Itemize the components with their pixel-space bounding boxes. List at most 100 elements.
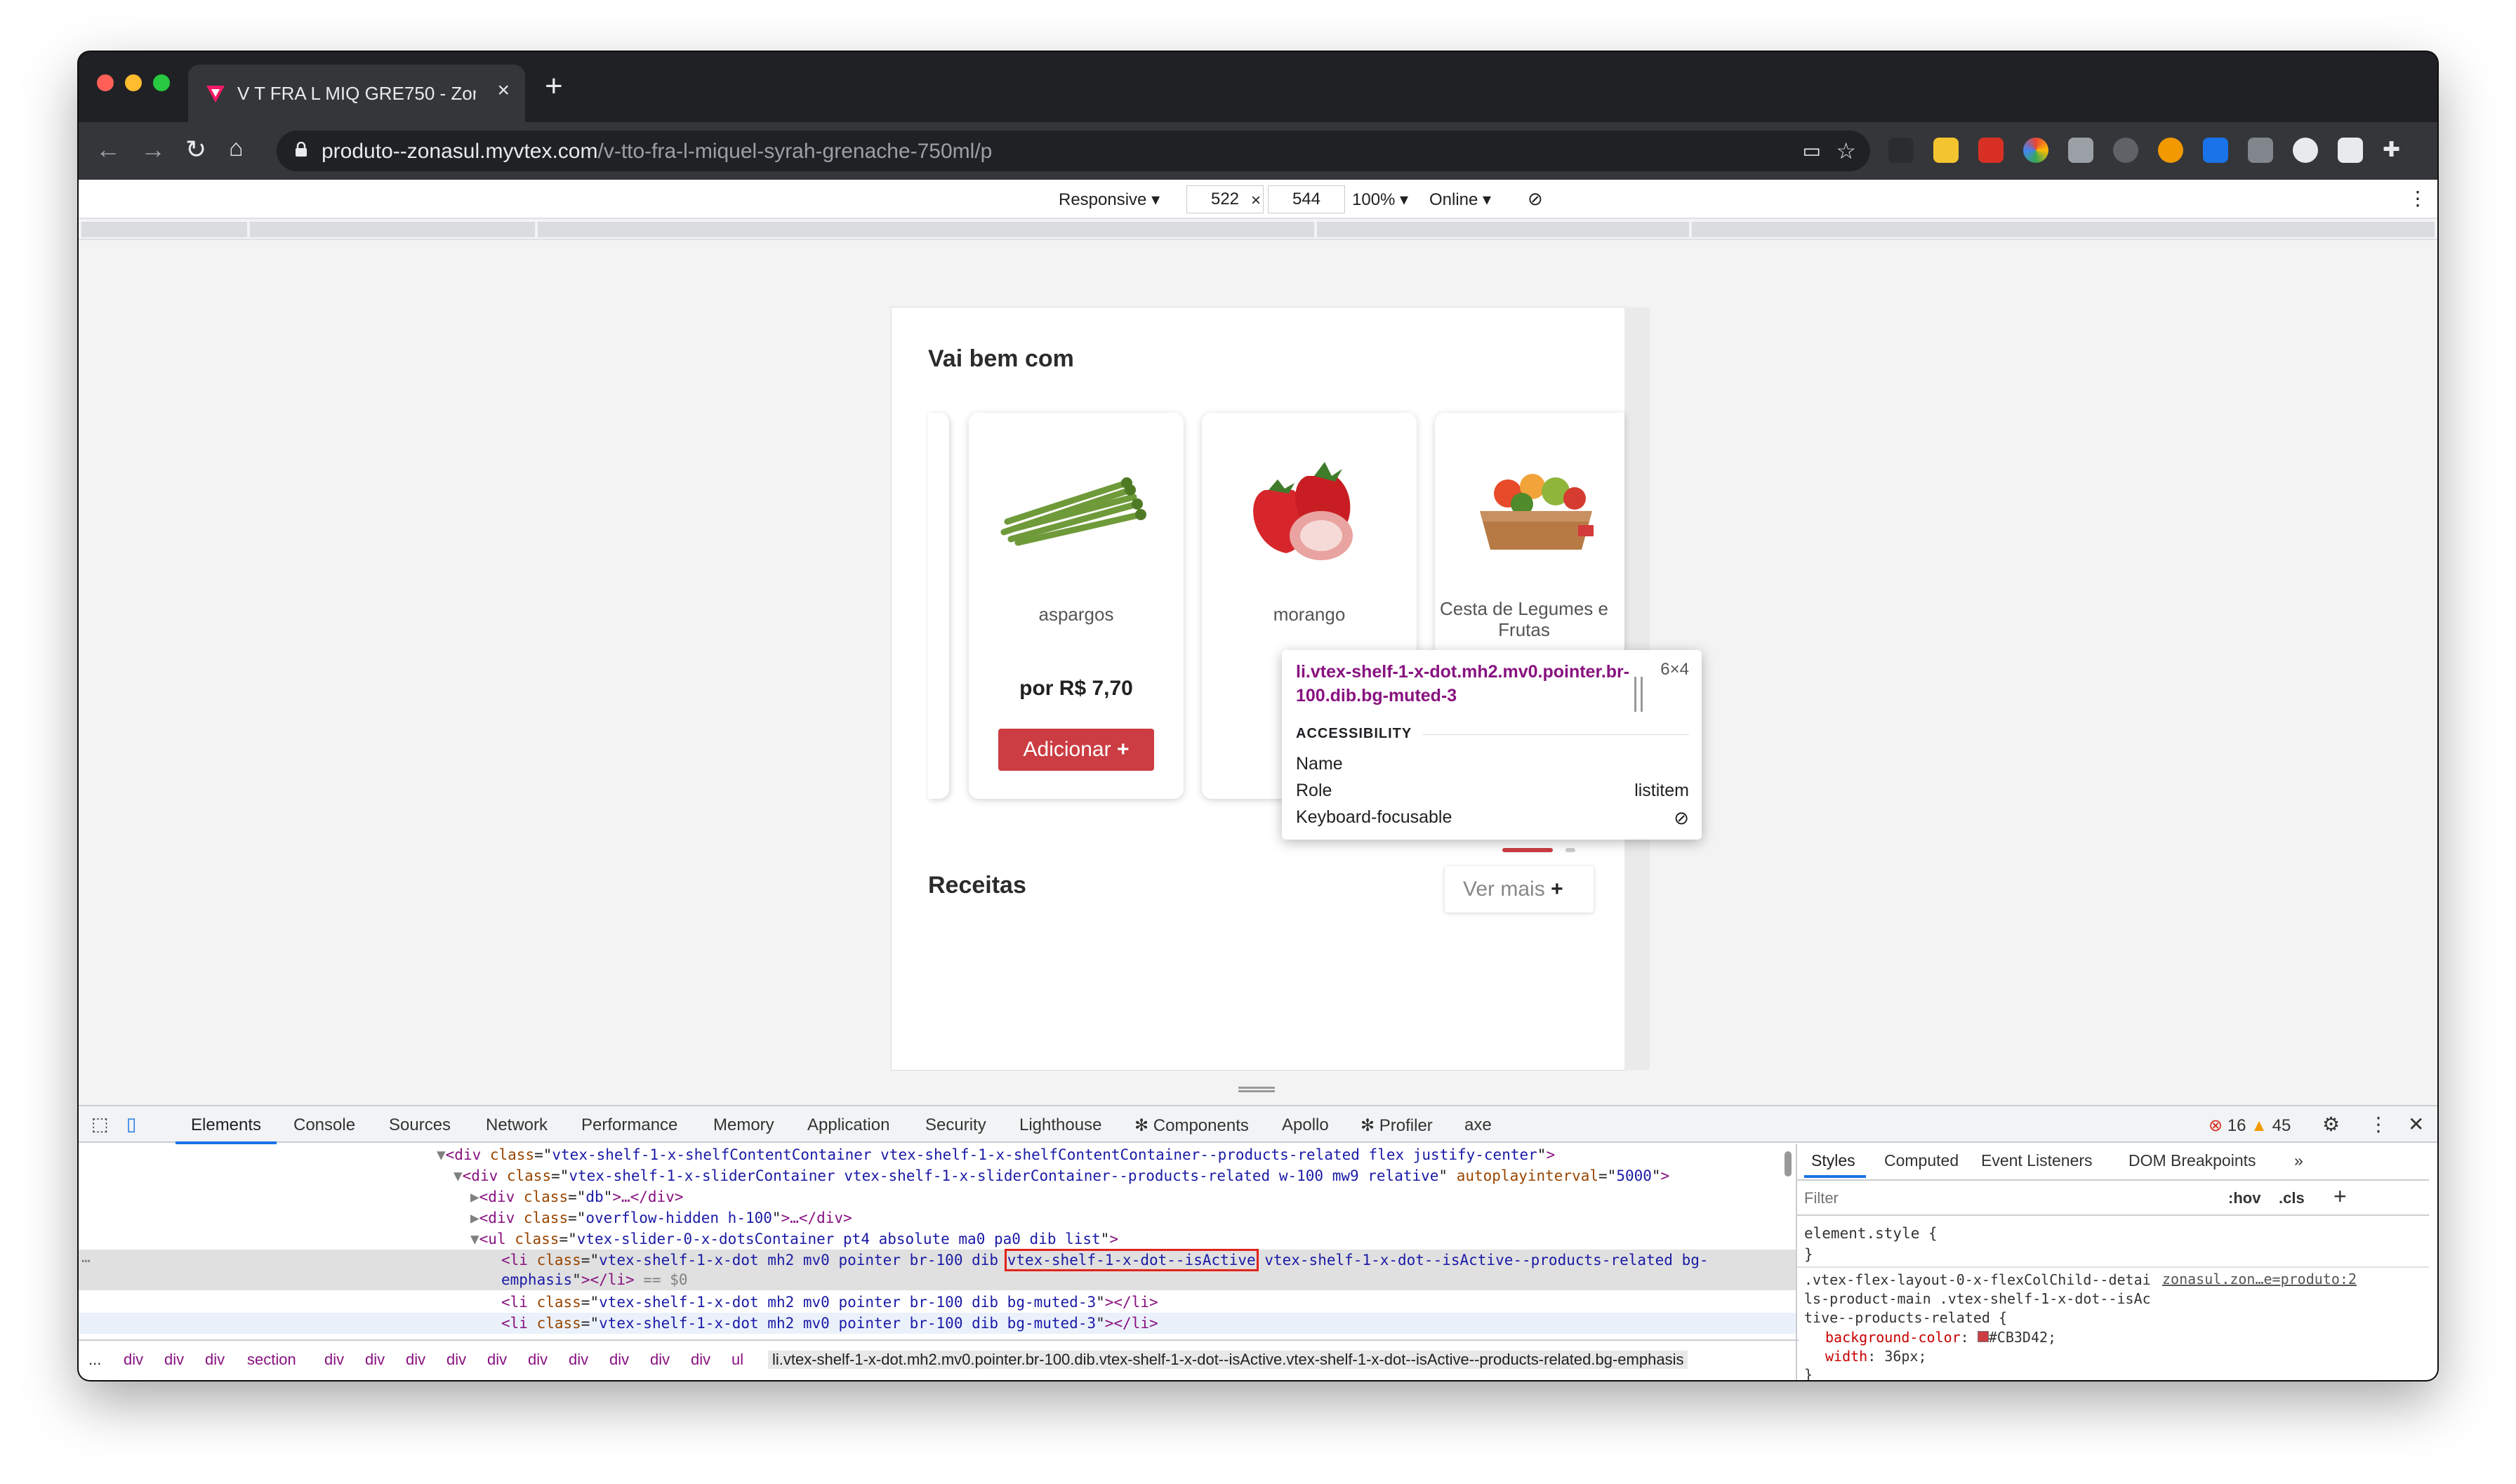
node-menu-icon[interactable]: … [81, 1247, 91, 1268]
tab-network[interactable]: Network [486, 1115, 548, 1135]
tab-apollo[interactable]: Apollo [1282, 1115, 1329, 1135]
styles-tab[interactable]: Styles [1811, 1151, 1855, 1170]
tab-performance[interactable]: Performance [581, 1115, 677, 1135]
dom-node[interactable]: ▶<div class="overflow-hidden h-100">…</d… [470, 1207, 852, 1228]
add-to-cart-button[interactable]: Adicionar + [998, 729, 1154, 771]
dom-node[interactable]: ▼<div class="vtex-shelf-1-x-shelfContent… [437, 1144, 1555, 1165]
viewport-height-input[interactable] [1268, 185, 1345, 213]
maximize-window-button[interactable] [153, 74, 170, 91]
color-swatch[interactable] [1977, 1331, 1989, 1342]
devtools-more-icon[interactable]: ⋮ [2369, 1113, 2388, 1136]
tab-sources[interactable]: Sources [389, 1115, 451, 1135]
extension-2-icon[interactable] [1933, 138, 1959, 163]
device-toggle-icon[interactable]: ▯ [126, 1113, 136, 1135]
styles-filter-input[interactable] [1804, 1188, 2225, 1209]
tab-console[interactable]: Console [293, 1115, 355, 1135]
tab-security[interactable]: Security [925, 1115, 986, 1135]
tab-memory[interactable]: Memory [713, 1115, 774, 1135]
tab-profiler[interactable]: ✻ Profiler [1360, 1115, 1433, 1136]
dom-breakpoints-tab[interactable]: DOM Breakpoints [2128, 1151, 2256, 1170]
network-throttle-select[interactable]: Online ▾ [1429, 190, 1491, 210]
add-rule-icon[interactable]: + [2333, 1184, 2347, 1210]
tab-axe[interactable]: axe [1464, 1115, 1492, 1135]
dom-node[interactable]: ▼<ul class="vtex-slider-0-x-dotsContaine… [470, 1228, 1118, 1250]
resize-handle[interactable] [1634, 677, 1643, 712]
reload-icon[interactable]: ↻ [185, 135, 206, 164]
tab-components[interactable]: ✻ Components [1134, 1115, 1249, 1136]
elements-scrollbar[interactable] [1785, 1151, 1792, 1177]
extension-7-icon[interactable] [2158, 138, 2183, 163]
bookmark-star-icon[interactable]: ☆ [1836, 138, 1856, 164]
expand-arrow[interactable]: ▶ [470, 1188, 479, 1205]
inspect-element-icon[interactable]: ⬚ [91, 1113, 109, 1135]
close-devtools-icon[interactable]: ✕ [2408, 1113, 2424, 1136]
settings-gear-icon[interactable]: ⚙ [2322, 1113, 2340, 1136]
extension-8-icon[interactable] [2203, 138, 2228, 163]
breadcrumb-item[interactable]: div [528, 1351, 548, 1369]
css-declaration[interactable]: background-color: #CB3D42; [1825, 1328, 2056, 1347]
breadcrumb-item[interactable]: div [691, 1351, 710, 1369]
error-count[interactable]: ⊗ 16 ▲ 45 [2209, 1115, 2291, 1136]
breadcrumb-item[interactable]: div [609, 1351, 629, 1369]
computed-tab[interactable]: Computed [1884, 1151, 1959, 1170]
extension-9-icon[interactable] [2248, 138, 2273, 163]
zoom-select[interactable]: 100% ▾ [1352, 190, 1408, 210]
product-name[interactable]: aspargos [969, 604, 1184, 625]
breadcrumb-active[interactable]: li.vtex-shelf-1-x-dot.mh2.mv0.pointer.br… [768, 1351, 1688, 1369]
new-tab-button[interactable]: + [545, 69, 563, 104]
browser-tab[interactable]: V T FRA L MIQ GRE750 - Zona × [188, 65, 525, 122]
breadcrumb-item[interactable]: div [569, 1351, 588, 1369]
rule-source-link[interactable]: zonasul.zon…e=produto:2 [2162, 1271, 2357, 1287]
breadcrumb-item[interactable]: div [205, 1351, 225, 1369]
breadcrumb-item[interactable]: div [164, 1351, 184, 1369]
extension-3-icon[interactable] [1978, 138, 2004, 163]
tab-application[interactable]: Application [807, 1115, 889, 1135]
back-icon[interactable]: ← [95, 135, 121, 164]
device-mode-select[interactable]: Responsive ▾ [1059, 190, 1160, 210]
breadcrumb-item[interactable]: ... [88, 1351, 101, 1369]
breadcrumb-item[interactable]: ul [731, 1351, 743, 1369]
more-tabs-icon[interactable]: » [2294, 1151, 2303, 1170]
cast-icon[interactable]: ▭ [1803, 139, 1821, 162]
product-card[interactable]: aspargos por R$ 7,70 Adicionar + [969, 413, 1184, 799]
minimize-window-button[interactable] [125, 74, 142, 91]
pinterest-icon[interactable] [2293, 138, 2318, 163]
expand-arrow[interactable]: ▼ [437, 1146, 446, 1163]
css-declaration[interactable]: width: 36px; [1825, 1347, 1927, 1366]
expand-arrow[interactable]: ▼ [453, 1167, 463, 1184]
element-style-rule[interactable]: element.style { } [1804, 1223, 1938, 1265]
selected-dom-node[interactable]: … <li class="vtex-shelf-1-x-dot mh2 mv0 … [79, 1247, 1796, 1290]
breadcrumb-item[interactable]: div [487, 1351, 507, 1369]
block-icon[interactable]: ⊘ [1528, 188, 1543, 210]
see-more-button[interactable]: Ver mais + [1445, 866, 1594, 913]
tab-elements[interactable]: Elements [175, 1115, 277, 1144]
extension-6-icon[interactable] [2113, 138, 2138, 163]
carousel-dot-active[interactable] [1502, 848, 1553, 852]
extensions-puzzle-icon[interactable]: ✚ [2383, 138, 2400, 162]
carousel-dot[interactable] [1565, 848, 1575, 852]
expand-arrow[interactable]: ▼ [470, 1231, 479, 1247]
forward-icon[interactable]: → [140, 135, 166, 164]
hov-toggle[interactable]: :hov [2228, 1189, 2260, 1207]
product-name[interactable]: Cesta de Legumes e Frutas [1429, 598, 1619, 640]
extension-1-icon[interactable] [1888, 138, 1914, 163]
dom-node[interactable]: ▼<div class="vtex-shelf-1-x-sliderContai… [453, 1165, 1669, 1186]
css-rule[interactable]: .vtex-flex-layout-0-x-flexColChild--deta… [1804, 1271, 2155, 1327]
breadcrumb-item[interactable]: div [365, 1351, 385, 1369]
extension-4-icon[interactable] [2023, 138, 2048, 163]
tab-close-icon[interactable]: × [497, 79, 510, 102]
breadcrumb-item[interactable]: div [446, 1351, 466, 1369]
notion-icon[interactable] [2338, 138, 2363, 163]
extension-5-icon[interactable] [2068, 138, 2093, 163]
breadcrumb-item[interactable]: section [247, 1351, 296, 1369]
dom-node[interactable]: <li class="vtex-shelf-1-x-dot mh2 mv0 po… [501, 1292, 1158, 1313]
event-listeners-tab[interactable]: Event Listeners [1981, 1151, 2093, 1170]
product-name[interactable]: morango [1202, 604, 1417, 625]
breadcrumb-item[interactable]: div [406, 1351, 425, 1369]
expand-arrow[interactable]: ▶ [470, 1210, 479, 1226]
breadcrumb-item[interactable]: div [124, 1351, 143, 1369]
dom-node[interactable]: ▶<div class="db">…</div> [470, 1186, 684, 1207]
cls-toggle[interactable]: .cls [2279, 1189, 2305, 1207]
breadcrumb-item[interactable]: div [324, 1351, 344, 1369]
breadcrumb-item[interactable]: div [650, 1351, 670, 1369]
